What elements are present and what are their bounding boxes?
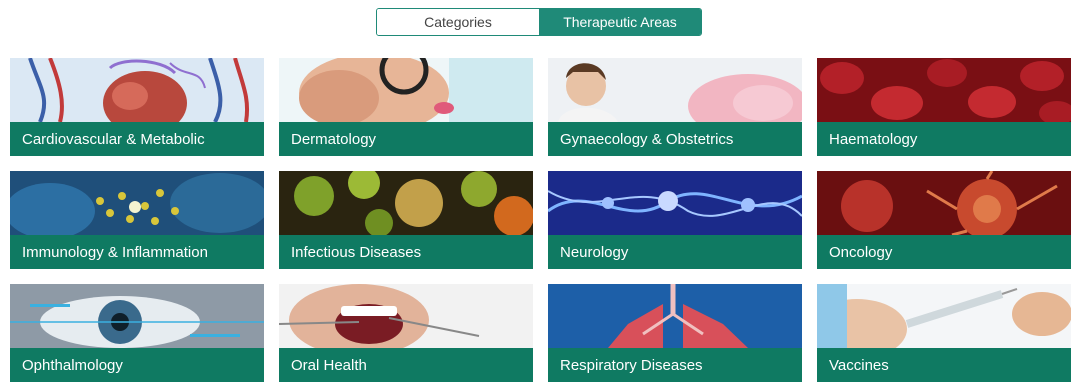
therapeutic-areas-grid: Cardiovascular & Metabolic Dermatology G…	[10, 58, 1071, 382]
tile-label: Ophthalmology	[22, 356, 123, 374]
tile-oral-health[interactable]: Oral Health	[279, 284, 533, 382]
bacteria-image	[279, 171, 533, 235]
neurons-image	[548, 171, 802, 235]
tile-immunology-inflammation[interactable]: Immunology & Inflammation	[10, 171, 264, 269]
blood-cells-image	[817, 58, 1071, 122]
cancer-cell-image	[817, 171, 1071, 235]
tile-label: Infectious Diseases	[291, 243, 422, 261]
lungs-image	[548, 284, 802, 348]
tile-ophthalmology[interactable]: Ophthalmology	[10, 284, 264, 382]
pregnancy-exam-image	[548, 58, 802, 122]
tile-label: Oral Health	[291, 356, 367, 374]
tile-label: Immunology & Inflammation	[22, 243, 208, 261]
categories-tab[interactable]: Categories	[377, 9, 539, 35]
tile-label: Gynaecology & Obstetrics	[560, 130, 734, 148]
tile-haematology[interactable]: Haematology	[817, 58, 1071, 156]
tile-vaccines[interactable]: Vaccines	[817, 284, 1071, 382]
tile-label: Vaccines	[829, 356, 889, 374]
tile-label: Oncology	[829, 243, 893, 261]
tile-neurology[interactable]: Neurology	[548, 171, 802, 269]
tile-label: Dermatology	[291, 130, 377, 148]
therapeutic-areas-tab[interactable]: Therapeutic Areas	[539, 9, 701, 35]
vaccination-image	[817, 284, 1071, 348]
tile-gynaecology-obstetrics[interactable]: Gynaecology & Obstetrics	[548, 58, 802, 156]
tile-cardiovascular-metabolic[interactable]: Cardiovascular & Metabolic	[10, 58, 264, 156]
dental-exam-image	[279, 284, 533, 348]
page-heading: Research results for "health"	[10, 5, 204, 21]
view-toggle: Categories Therapeutic Areas	[376, 8, 702, 36]
tile-label: Neurology	[560, 243, 629, 261]
eye-scan-image	[10, 284, 264, 348]
heart-anatomy-image	[10, 58, 264, 122]
tile-label: Respiratory Diseases	[560, 356, 703, 374]
tile-respiratory-diseases[interactable]: Respiratory Diseases	[548, 284, 802, 382]
skin-exam-image	[279, 58, 533, 122]
tile-label: Cardiovascular & Metabolic	[22, 130, 205, 148]
tile-oncology[interactable]: Oncology	[817, 171, 1071, 269]
tile-dermatology[interactable]: Dermatology	[279, 58, 533, 156]
tile-infectious-diseases[interactable]: Infectious Diseases	[279, 171, 533, 269]
tile-label: Haematology	[829, 130, 918, 148]
immune-cells-image	[10, 171, 264, 235]
